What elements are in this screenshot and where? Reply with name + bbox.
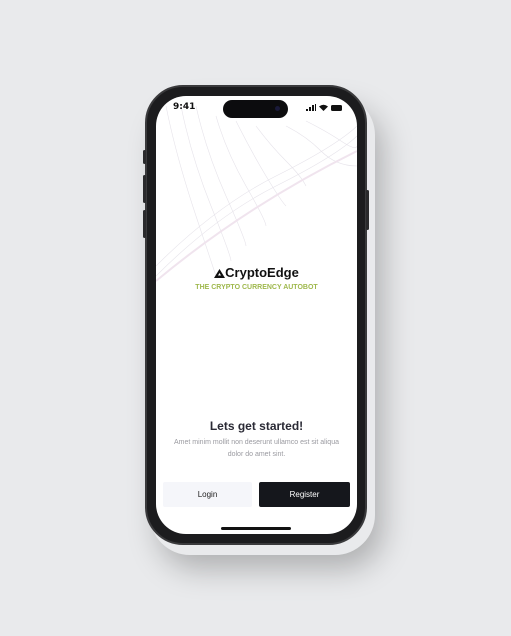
signal-icon bbox=[306, 104, 316, 111]
side-button bbox=[143, 150, 146, 164]
status-time: 9:41 bbox=[173, 102, 196, 112]
mountain-icon bbox=[214, 269, 226, 278]
app-logo: CryptoEdge bbox=[156, 265, 357, 280]
brand-name: CryptoEdge bbox=[225, 265, 299, 280]
status-icons bbox=[306, 104, 343, 111]
register-button[interactable]: Register bbox=[259, 482, 350, 507]
wifi-icon bbox=[319, 104, 328, 111]
battery-icon bbox=[331, 105, 342, 111]
home-indicator[interactable] bbox=[221, 527, 291, 530]
brand-tagline: THE CRYPTO CURRENCY AUTOBOT bbox=[195, 284, 318, 291]
power-button bbox=[366, 190, 369, 230]
dynamic-island bbox=[223, 100, 288, 118]
camera-icon bbox=[275, 106, 280, 111]
onboarding-subtext: Amet minim mollit non deserunt ullamco e… bbox=[174, 439, 339, 458]
volume-up-button bbox=[143, 175, 146, 203]
volume-down-button bbox=[143, 210, 146, 238]
login-button[interactable]: Login bbox=[163, 482, 252, 507]
onboarding-heading: Lets get started! bbox=[209, 419, 304, 433]
app-screen: 9:41 CryptoEdge THE CRYPTO CURRENCY AUTO… bbox=[156, 96, 357, 534]
